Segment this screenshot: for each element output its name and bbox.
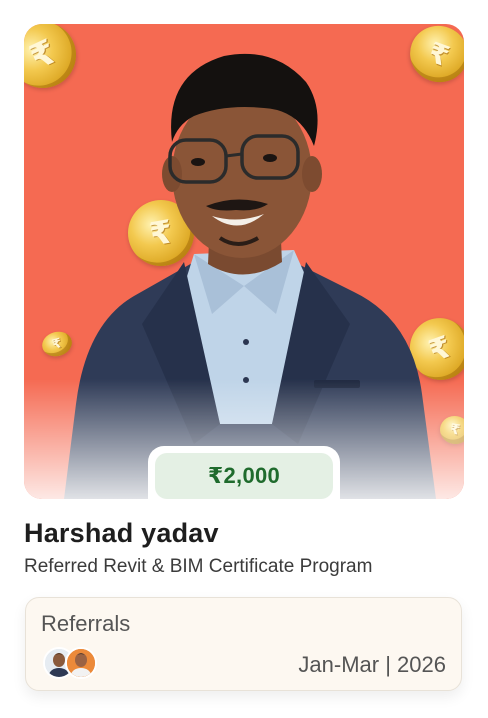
referral-avatars: [43, 647, 103, 681]
avatar: [65, 647, 97, 679]
referral-card: ₹ ₹ ₹ ₹ ₹ ₹2,000 Harshad yadav Referred …: [0, 0, 488, 718]
referral-period: Jan-Mar | 2026: [298, 652, 446, 677]
referrals-label: Referrals: [41, 611, 131, 636]
reward-amount-badge: ₹2,000: [155, 453, 333, 499]
reward-amount-tab: ₹2,000: [148, 446, 340, 504]
reward-amount-text: ₹2,000: [207, 463, 281, 488]
person-icon: [67, 649, 95, 677]
hero-photo-panel: ₹ ₹ ₹ ₹ ₹ ₹: [24, 24, 464, 499]
referred-program-text: Referred Revit & BIM Certificate Program: [24, 556, 373, 577]
person-name: Harshad yadav: [24, 518, 219, 548]
referrals-panel: Referrals Jan-Mar | 2026: [25, 597, 462, 691]
